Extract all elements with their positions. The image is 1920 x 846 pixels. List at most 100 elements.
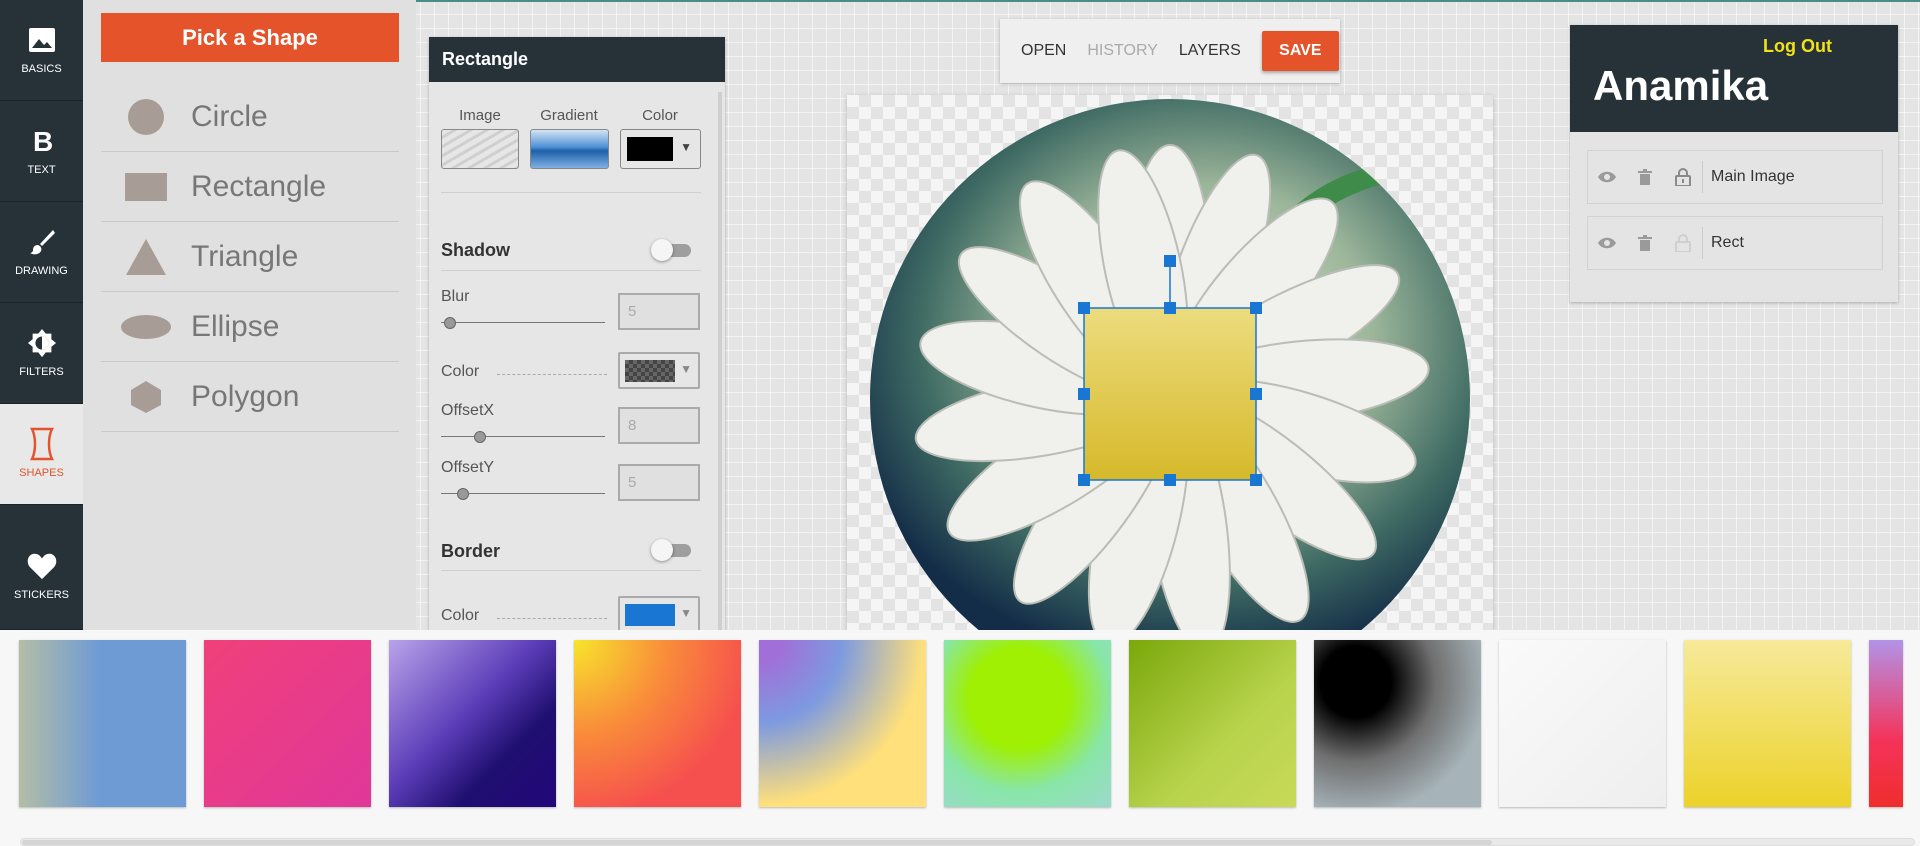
shape-label: Triangle xyxy=(191,239,299,273)
offsety-input[interactable]: 5 xyxy=(618,464,700,501)
history-button[interactable]: HISTORY xyxy=(1087,42,1158,60)
border-color-label: Color xyxy=(441,607,480,624)
offsetx-slider[interactable] xyxy=(441,431,605,443)
nav-label: FILTERS xyxy=(19,366,64,378)
shape-item-polygon[interactable]: Polygon xyxy=(101,362,399,432)
layer-item[interactable]: Main Image xyxy=(1587,150,1883,204)
editor-canvas[interactable] xyxy=(847,95,1493,630)
nav-drawing[interactable]: DRAWING xyxy=(0,202,83,303)
eye-icon[interactable] xyxy=(1588,236,1626,250)
layer-divider xyxy=(1702,161,1703,193)
trash-icon[interactable] xyxy=(1626,235,1664,251)
nav-shapes[interactable]: SHAPES xyxy=(0,404,83,505)
bold-b-icon: B xyxy=(27,126,57,156)
fill-color-picker[interactable]: ▼ xyxy=(620,129,701,169)
border-toggle[interactable] xyxy=(651,537,693,563)
nav-stickers[interactable]: STICKERS xyxy=(0,505,83,630)
top-toolbar: OPEN HISTORY LAYERS SAVE xyxy=(1000,19,1340,83)
gradient-tile[interactable] xyxy=(759,640,926,807)
nav-filters[interactable]: FILTERS xyxy=(0,303,83,404)
shape-item-circle[interactable]: Circle xyxy=(101,82,399,152)
gradient-scrollbar[interactable] xyxy=(20,838,1915,846)
ellipse-icon xyxy=(101,313,191,341)
dropdown-arrow-icon: ▼ xyxy=(680,140,692,154)
dotted-leader xyxy=(497,374,607,375)
gradient-tile[interactable] xyxy=(1869,640,1903,807)
border-color-picker[interactable]: ▼ xyxy=(618,596,700,630)
unlock-icon[interactable] xyxy=(1664,234,1702,252)
eye-icon[interactable] xyxy=(1588,170,1626,184)
divider xyxy=(441,570,701,571)
fill-tab-color-label: Color xyxy=(642,107,678,124)
shadow-color-picker[interactable]: ▼ xyxy=(618,352,700,389)
layer-name: Main Image xyxy=(1711,168,1795,185)
nav-label: SHAPES xyxy=(19,467,64,479)
nav-label: DRAWING xyxy=(15,265,68,277)
rectangle-icon xyxy=(101,171,191,203)
dropdown-arrow-icon: ▼ xyxy=(680,362,692,376)
gradient-tile[interactable] xyxy=(574,640,741,807)
shape-item-ellipse[interactable]: Ellipse xyxy=(101,292,399,362)
heart-icon xyxy=(27,551,57,581)
gradient-tile[interactable] xyxy=(204,640,371,807)
gradient-scrollbar-thumb[interactable] xyxy=(22,840,1492,845)
lock-icon[interactable] xyxy=(1664,168,1702,186)
gradient-tile[interactable] xyxy=(1499,640,1666,807)
gradient-tile[interactable] xyxy=(389,640,556,807)
shadow-color-chip xyxy=(625,360,675,382)
layers-button[interactable]: LAYERS xyxy=(1179,42,1241,60)
properties-scrollbar[interactable] xyxy=(718,92,722,630)
shadow-toggle[interactable] xyxy=(651,237,693,263)
shape-picker-panel: Pick a Shape Circle Rectangle Triangle E… xyxy=(83,0,416,630)
dotted-leader xyxy=(497,618,607,619)
blur-input[interactable]: 5 xyxy=(618,293,700,330)
gradient-strip xyxy=(0,630,1920,846)
nav-label: BASICS xyxy=(21,63,62,75)
trash-icon[interactable] xyxy=(1626,169,1664,185)
open-button[interactable]: OPEN xyxy=(1021,42,1066,60)
user-header: Log Out Anamika xyxy=(1570,25,1898,132)
offsetx-label: OffsetX xyxy=(441,402,495,419)
offsety-label: OffsetY xyxy=(441,459,495,476)
divider xyxy=(441,270,701,271)
layer-item[interactable]: Rect xyxy=(1587,216,1883,270)
shadow-color-label: Color xyxy=(441,363,480,380)
gradient-tile[interactable] xyxy=(1684,640,1851,807)
canvas-artwork xyxy=(870,99,1470,630)
fill-tab-gradient-label: Gradient xyxy=(540,107,598,124)
logout-link[interactable]: Log Out xyxy=(1763,36,1832,57)
blur-slider[interactable] xyxy=(441,317,605,329)
divider xyxy=(441,192,701,193)
brightness-icon xyxy=(27,328,57,358)
nav-basics[interactable]: BASICS xyxy=(0,0,83,101)
triangle-icon xyxy=(101,237,191,277)
gradient-tile[interactable] xyxy=(1129,640,1296,807)
layer-divider xyxy=(1702,227,1703,259)
blur-label: Blur xyxy=(441,288,470,305)
shape-label: Rectangle xyxy=(191,169,327,203)
image-icon xyxy=(27,25,57,55)
shape-label: Ellipse xyxy=(191,309,280,343)
gradient-tile[interactable] xyxy=(19,640,186,807)
properties-panel: Rectangle Image Gradient Color ▼ Shadow … xyxy=(429,37,725,630)
polygon-icon xyxy=(101,379,191,415)
svg-text:B: B xyxy=(33,127,53,155)
offsetx-input[interactable]: 8 xyxy=(618,407,700,444)
shape-item-triangle[interactable]: Triangle xyxy=(101,222,399,292)
nav-text[interactable]: B TEXT xyxy=(0,101,83,202)
rect-shape[interactable] xyxy=(1084,308,1256,480)
fill-image-swatch[interactable] xyxy=(441,129,519,169)
save-button[interactable]: SAVE xyxy=(1261,31,1339,71)
pick-shape-button[interactable]: Pick a Shape xyxy=(101,13,399,62)
nav-label: TEXT xyxy=(27,164,56,176)
gradient-tile[interactable] xyxy=(944,640,1111,807)
border-color-chip xyxy=(625,604,675,626)
main-nav: BASICS B TEXT DRAWING FILTERS SHAPES STI… xyxy=(0,0,83,630)
shapes-icon xyxy=(27,427,57,461)
gradient-tile[interactable] xyxy=(1314,640,1481,807)
shape-item-rectangle[interactable]: Rectangle xyxy=(101,152,399,222)
fill-gradient-swatch[interactable] xyxy=(530,129,609,169)
properties-title: Rectangle xyxy=(429,37,725,82)
border-title: Border xyxy=(441,541,501,561)
offsety-slider[interactable] xyxy=(441,488,605,500)
